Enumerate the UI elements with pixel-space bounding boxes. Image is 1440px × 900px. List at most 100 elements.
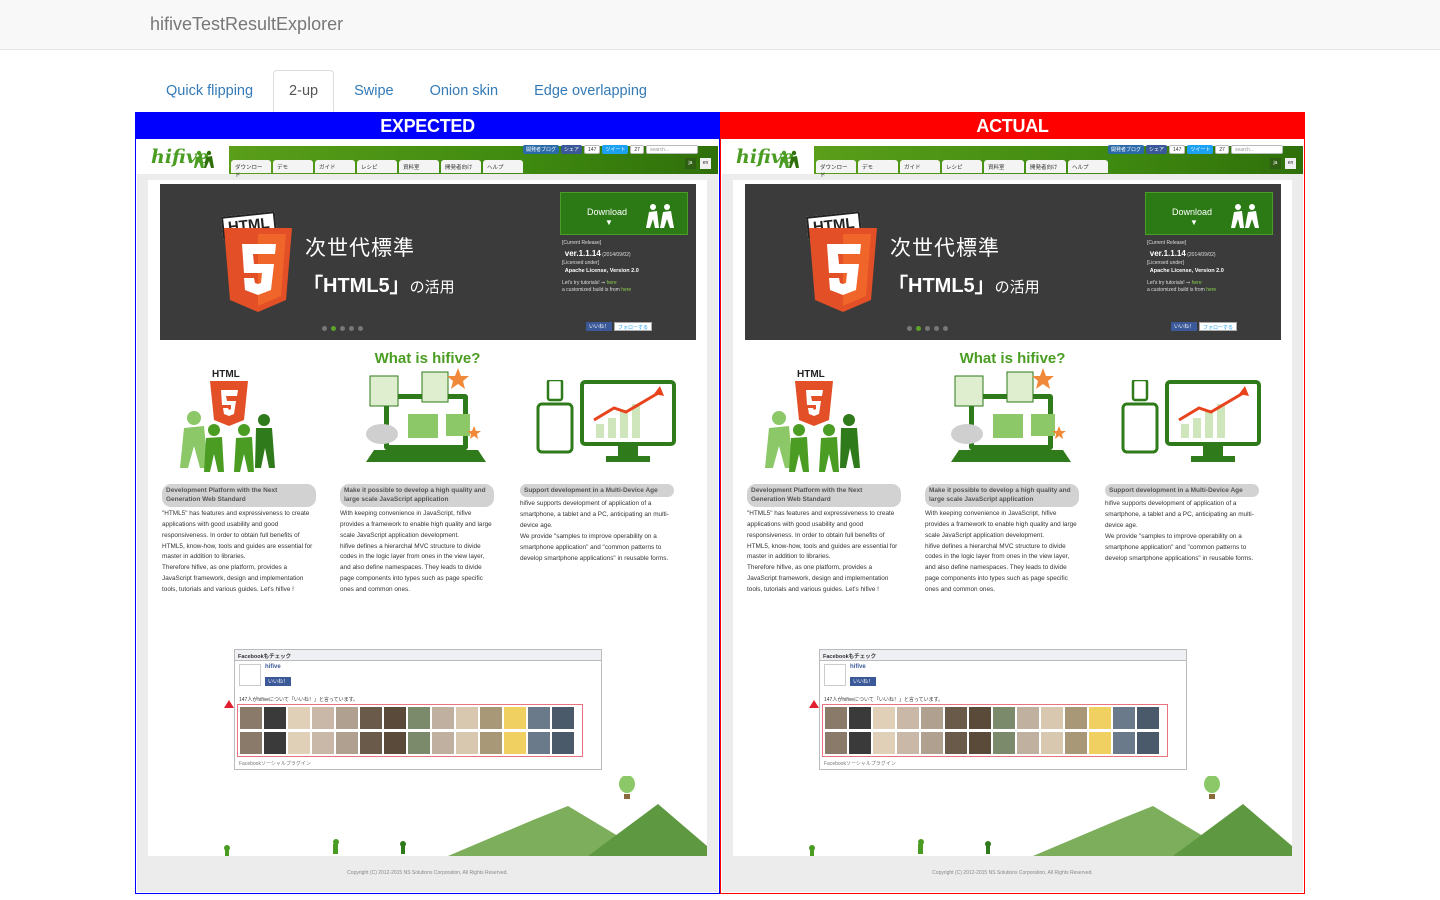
site-nav-item: ヘルプ: [483, 160, 523, 173]
share-button: シェア: [561, 145, 583, 154]
facebook-fan-avatar: [408, 707, 430, 729]
facebook-fan-avatar: [504, 731, 526, 754]
site-footer: Copyright (C) 2012-2015 NS Solutions Cor…: [347, 870, 508, 876]
hero-headline: 次世代標準: [890, 237, 1000, 260]
what-is-heading: What is hifive?: [374, 350, 481, 367]
feature-paragraph: hifive supports development of applicati…: [1105, 500, 1254, 530]
download-arrow-icon: ▼: [605, 218, 613, 227]
facebook-fan-avatar: [825, 707, 847, 729]
share-count: 147: [1169, 145, 1186, 154]
feature-paragraph: hifive defines a hierarchal MVC structur…: [340, 542, 485, 594]
screenshot-image: hifive ダウンロード デモ ガイド レシピ 資料室 開発者向け ヘルプ 開…: [137, 140, 718, 892]
carousel-dots: [907, 326, 948, 331]
download-arrow-icon: ▼: [1190, 218, 1198, 227]
facebook-like-count: 147人がhifiveについて「いいね！」と言っています。: [824, 697, 944, 703]
feature-title: Support development in a Multi-Device Ag…: [1105, 484, 1259, 498]
what-is-heading: What is hifive?: [959, 350, 1066, 367]
facebook-page-name: hifive: [850, 664, 866, 670]
facebook-fan-avatar: [945, 731, 967, 754]
tab-quick-flipping[interactable]: Quick flipping: [150, 70, 269, 112]
site-nav-item: 資料室: [984, 160, 1024, 173]
lang-ja: ja: [1270, 158, 1281, 169]
hero-banner: HTML 次世代標準 「HTML5」の活用 Download ▼ [Curren…: [745, 184, 1281, 340]
facebook-fan-avatar: [384, 731, 406, 754]
site-header: hifive ダウンロード デモ ガイド レシピ 資料室 開発者向け ヘルプ 開…: [137, 140, 718, 179]
tweet-count: 27: [1215, 145, 1229, 154]
carousel-dot: [322, 326, 327, 331]
feature-body: hifive supports development of applicati…: [1105, 499, 1259, 564]
hero-subheadline-main: 「HTML5」: [303, 275, 410, 297]
facebook-plugin-label: Facebookソーシャルプラグイン: [824, 761, 896, 767]
download-label: Download: [587, 207, 628, 217]
site-nav-item: デモ: [273, 160, 313, 173]
carousel-dots: [322, 326, 363, 331]
facebook-fan-avatar: [921, 707, 943, 729]
tab-2-up[interactable]: 2-up: [273, 70, 335, 112]
share-count: 147: [584, 145, 601, 154]
license-name: Apache License, Version 2.0: [564, 268, 639, 274]
facebook-fan-avatar: [456, 731, 478, 754]
facebook-faces: [822, 704, 1168, 757]
feature-3: Support development in a Multi-Device Ag…: [520, 484, 674, 565]
site-body: HTML 次世代標準 「HTML5」の活用 Download ▼ [Curren…: [733, 180, 1292, 856]
app-title[interactable]: hifiveTestResultExplorer: [150, 14, 343, 35]
carousel-dot: [358, 326, 363, 331]
html5-people-illustration: HTML: [180, 369, 275, 472]
tab-edge-overlapping[interactable]: Edge overlapping: [518, 70, 663, 112]
expected-label: EXPECTED: [136, 113, 719, 139]
laptop-puzzle-illustration: [951, 368, 1071, 462]
release-info: [Current Release] ver.1.1.14 (2014/09/02…: [562, 240, 639, 295]
hero-headline: 次世代標準: [305, 237, 415, 260]
site-nav-item: 開発者向け: [1026, 160, 1066, 173]
facebook-like-count: 147人がhifiveについて「いいね！」と言っています。: [239, 697, 359, 703]
facebook-fan-avatar: [873, 731, 895, 754]
facebook-fan-avatar: [897, 731, 919, 754]
facebook-widget: Facebookもチェック hifive いいね！ 147人がhifiveについ…: [809, 649, 1187, 770]
html5-shield-icon: [809, 228, 877, 312]
facebook-fan-avatar: [1065, 707, 1087, 729]
facebook-fan-avatar: [993, 707, 1015, 729]
tab-onion-skin[interactable]: Onion skin: [414, 70, 515, 112]
multi-device-illustration: [536, 380, 676, 462]
multi-device-illustration: [1121, 380, 1261, 462]
top-navbar: hifiveTestResultExplorer: [0, 0, 1440, 50]
facebook-fan-avatar: [384, 707, 406, 729]
laptop-puzzle-illustration: [366, 368, 486, 462]
html5-shield-icon: [224, 228, 292, 312]
facebook-fan-avatar: [288, 731, 310, 754]
facebook-fan-avatar: [504, 707, 526, 729]
facebook-fan-avatar: [1137, 707, 1159, 729]
tutorial-link: here: [1191, 279, 1202, 286]
facebook-header: Facebookもチェック: [820, 650, 1186, 661]
lang-ja: ja: [685, 158, 696, 169]
hero-subheadline-tail: の活用: [994, 279, 1040, 296]
facebook-fan-avatar: [897, 707, 919, 729]
site-nav-item: レシピ: [942, 160, 982, 173]
feature-title: Development Platform with the Next Gener…: [747, 484, 901, 507]
facebook-fan-avatar: [921, 731, 943, 754]
facebook-fan-avatar: [528, 731, 550, 754]
logo-mark-icon: [779, 150, 799, 168]
feature-body: hifive supports development of applicati…: [520, 499, 674, 564]
site-social-bar: 開発者ブログ シェア 147 ツイート 27 search...: [1108, 145, 1283, 154]
facebook-fan-avatar: [552, 707, 574, 729]
avatar: [239, 664, 261, 686]
facebook-fan-avatar: [240, 707, 262, 729]
tutorial-link: here: [606, 279, 617, 286]
version-date: (2014/09/02): [1187, 251, 1216, 258]
facebook-plugin-label: Facebookソーシャルプラグイン: [239, 761, 311, 767]
license-name: Apache License, Version 2.0: [1149, 268, 1224, 274]
lang-en: en: [1285, 158, 1296, 169]
feature-3: Support development in a Multi-Device Ag…: [1105, 484, 1259, 565]
carousel-dot: [349, 326, 354, 331]
site-nav-item: レシピ: [357, 160, 397, 173]
tab-swipe[interactable]: Swipe: [338, 70, 410, 112]
feature-body: "HTML5" has features and expressiveness …: [747, 509, 901, 596]
facebook-fan-avatar: [432, 731, 454, 754]
facebook-fan-avatar: [1137, 731, 1159, 754]
facebook-fan-avatar: [849, 731, 871, 754]
avatar: [824, 664, 846, 686]
site-global-nav: ダウンロード デモ ガイド レシピ 資料室 開発者向け ヘルプ: [816, 160, 1110, 179]
feature-1: Development Platform with the Next Gener…: [162, 484, 316, 596]
current-release-label: [Current Release]: [562, 240, 602, 246]
